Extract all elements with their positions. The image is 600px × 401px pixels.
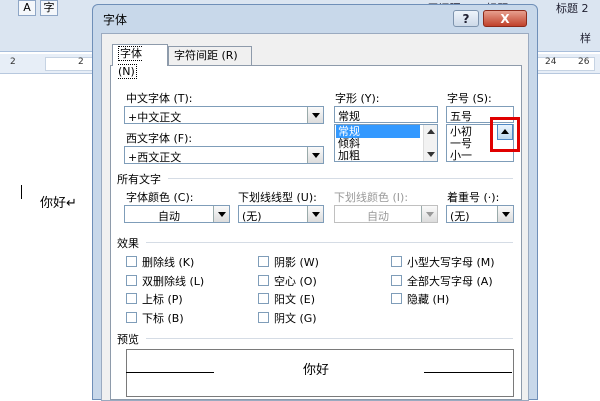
outline-label[interactable]: 空心 (O): [274, 273, 317, 289]
chevron-down-icon[interactable]: [213, 206, 229, 222]
western-font-select[interactable]: +西文正文: [124, 146, 324, 164]
emboss-checkbox[interactable]: [258, 293, 269, 304]
dialog-titlebar[interactable]: 字体 ? X: [93, 5, 537, 31]
emphasis-select[interactable]: (无): [446, 205, 514, 223]
double-strikethrough-label[interactable]: 双删除线 (L): [142, 273, 204, 289]
emphasis-value: (无): [450, 210, 470, 223]
chevron-down-icon[interactable]: [307, 147, 323, 163]
double-strikethrough-checkbox[interactable]: [126, 275, 137, 286]
size-value: 五号: [450, 110, 472, 123]
chinese-font-value: +中文正文: [128, 111, 182, 124]
underline-color-label: 下划线颜色 (I):: [334, 191, 409, 204]
phonetic-guide-icon[interactable]: 字: [40, 0, 58, 16]
divider: [168, 178, 513, 179]
underline-style-value: (无): [242, 210, 262, 223]
close-button[interactable]: X: [483, 10, 527, 27]
all-caps-label[interactable]: 全部大写字母 (A): [407, 273, 493, 289]
western-font-label: 西文字体 (F):: [126, 132, 193, 145]
style-heading-2[interactable]: 标题 2: [556, 0, 589, 16]
ruler-number: 2: [10, 57, 16, 67]
style-value: 常规: [338, 110, 360, 123]
strikethrough-checkbox[interactable]: [126, 256, 137, 267]
western-font-value: +西文正文: [128, 151, 182, 164]
preview-baseline-right: [424, 372, 512, 373]
underline-color-select: 自动: [334, 205, 438, 223]
hidden-checkbox[interactable]: [391, 293, 402, 304]
preview-baseline-left: [126, 372, 214, 373]
all-text-heading: 所有文字: [117, 173, 161, 186]
margin-marker: [21, 185, 22, 199]
style-list-scrollbar[interactable]: [423, 125, 437, 161]
tab-font-label: 字体: [120, 47, 142, 60]
tab-spacing-key: (R): [221, 49, 238, 62]
preview-heading: 预览: [117, 333, 139, 346]
engrave-label[interactable]: 阴文 (G): [274, 310, 317, 326]
tab-font[interactable]: 字体 (N): [112, 44, 168, 79]
chinese-font-select[interactable]: +中文正文: [124, 106, 324, 124]
chevron-down-icon[interactable]: [497, 206, 513, 222]
font-color-label: 字体颜色 (C):: [126, 191, 194, 204]
ruler-number: 26: [578, 57, 590, 67]
scroll-down-icon[interactable]: [424, 148, 437, 161]
help-button[interactable]: ?: [453, 10, 479, 27]
all-caps-checkbox[interactable]: [391, 275, 402, 286]
highlight-box: [490, 117, 520, 152]
size-option[interactable]: 小一: [448, 149, 472, 161]
style-option[interactable]: 加粗: [336, 149, 360, 161]
subscript-label[interactable]: 下标 (B): [142, 310, 184, 326]
superscript-label[interactable]: 上标 (P): [142, 291, 183, 307]
divider: [146, 242, 513, 243]
underline-style-label: 下划线线型 (U):: [238, 191, 317, 204]
ruler-number: 24: [545, 57, 557, 67]
document-text[interactable]: 你好↵: [40, 192, 77, 211]
style-input[interactable]: 常规: [334, 106, 438, 123]
tab-font-key: (N): [118, 65, 135, 78]
ruler-number: 2: [78, 57, 84, 67]
font-color-value: 自动: [158, 210, 180, 223]
chevron-down-icon: [421, 206, 437, 222]
superscript-checkbox[interactable]: [126, 293, 137, 304]
chinese-font-label: 中文字体 (T):: [126, 92, 193, 105]
styles-group-label: 样: [580, 32, 591, 45]
underline-color-value: 自动: [367, 210, 389, 223]
font-color-select[interactable]: 自动: [124, 205, 230, 223]
small-caps-checkbox[interactable]: [391, 256, 402, 267]
subscript-checkbox[interactable]: [126, 312, 137, 323]
chevron-down-icon[interactable]: [307, 107, 323, 123]
small-caps-label[interactable]: 小型大写字母 (M): [407, 254, 495, 270]
chevron-down-icon[interactable]: [307, 206, 323, 222]
underline-style-select[interactable]: (无): [238, 205, 324, 223]
hidden-label[interactable]: 隐藏 (H): [407, 291, 449, 307]
size-label: 字号 (S):: [447, 92, 492, 105]
effects-heading: 效果: [117, 237, 139, 250]
tab-character-spacing[interactable]: 字符间距 (R): [168, 46, 252, 66]
divider: [146, 338, 513, 339]
engrave-checkbox[interactable]: [258, 312, 269, 323]
scroll-up-icon[interactable]: [424, 125, 437, 138]
style-list[interactable]: 常规 倾斜 加粗: [334, 124, 438, 162]
shadow-checkbox[interactable]: [258, 256, 269, 267]
style-label: 字形 (Y):: [335, 92, 380, 105]
strikethrough-label[interactable]: 删除线 (K): [142, 254, 194, 270]
font-color-icon[interactable]: A: [18, 0, 36, 16]
tab-spacing-label: 字符间距: [174, 49, 218, 62]
outline-checkbox[interactable]: [258, 275, 269, 286]
dialog-title: 字体: [103, 13, 128, 27]
emboss-label[interactable]: 阳文 (E): [274, 291, 315, 307]
shadow-label[interactable]: 阴影 (W): [274, 254, 319, 270]
preview-text: 你好: [303, 363, 330, 378]
emphasis-label: 着重号 (·):: [447, 191, 500, 204]
